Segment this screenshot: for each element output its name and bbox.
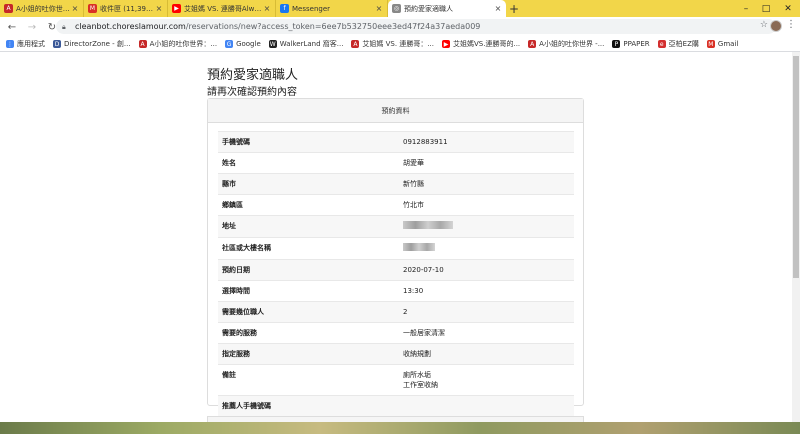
table-row: 手機號碼 0912883911 (218, 131, 574, 152)
table-row: 指定服務 收納規劃 (218, 343, 574, 364)
forward-arrow-icon[interactable]: → (24, 19, 40, 35)
page-subtitle: 請再次確認預約內容 (207, 87, 297, 98)
url-host: cleanbot.choreslamour.com (75, 22, 186, 31)
google-icon: G (225, 40, 234, 48)
tab-title: 艾姐媽 VS. 連勝哥Alwa Hu - You (184, 4, 263, 13)
facebook-favicon-icon: f (280, 4, 289, 13)
minimize-icon[interactable]: – (736, 0, 756, 17)
browser-toolbar: ← → ↻ 🔒︎ cleanbot.choreslamour.com/reser… (0, 17, 800, 37)
blog-icon: A (138, 40, 147, 48)
redacted-address (403, 221, 453, 229)
bookmark-gmail[interactable]: M Gmail (706, 40, 738, 48)
bookmark-directorzone[interactable]: D DirectorZone - 創... (53, 39, 131, 49)
star-icon[interactable]: ☆ (760, 20, 768, 30)
vertical-scrollbar[interactable] (792, 52, 800, 422)
close-icon[interactable]: × (494, 4, 502, 13)
blog-icon: A (528, 40, 537, 48)
table-row: 社區或大樓名稱 (218, 237, 574, 259)
bookmark-blog-2[interactable]: A 艾姐媽 VS. 連勝哥：... (351, 39, 434, 49)
reservation-card: 預約資料 手機號碼 0912883911 姓名 胡愛華 縣市 新竹縣 鄉鎮區 竹北市 地… (207, 98, 584, 417)
tab-reservation[interactable]: ◎ 預約愛家適職人 × (388, 0, 506, 17)
table-row: 縣市 新竹縣 (218, 173, 574, 194)
tab-blog[interactable]: A A小姐的吐你世界：僕賽邦 × (0, 0, 84, 17)
apps-icon: ⋮ (6, 40, 14, 48)
close-icon[interactable]: × (155, 4, 163, 13)
bookmark-ppaper[interactable]: P PPAPER (612, 40, 650, 48)
bookmark-blog[interactable]: A A小姐的吐你世界：... (138, 39, 217, 49)
ezbuy-icon: e (657, 40, 666, 48)
table-row: 選擇時間 13:30 (218, 280, 574, 301)
close-icon[interactable]: × (71, 4, 79, 13)
bookmark-walkerland[interactable]: W WalkerLand 窩客... (268, 39, 343, 49)
page-title: 預約愛家適職人 (207, 68, 299, 83)
gmail-icon: M (706, 40, 715, 48)
back-arrow-icon[interactable]: ← (4, 19, 20, 35)
tab-title: Messenger (292, 4, 331, 13)
maximize-icon[interactable]: □ (756, 0, 776, 17)
tab-strip: A A小姐的吐你世界：僕賽邦 × M 收件匣 (11,397) - alwa19… (0, 0, 800, 17)
tab-title: A小姐的吐你世界：僕賽邦 (16, 4, 71, 13)
table-row: 預約日期 2020-07-10 (218, 259, 574, 280)
table-row: 地址 (218, 215, 574, 237)
bookmark-youtube[interactable]: ▶ 艾姐媽VS.連勝哥的... (442, 39, 520, 49)
table-row: 鄉鎮區 竹北市 (218, 194, 574, 215)
globe-favicon-icon: ◎ (392, 4, 401, 13)
tab-youtube[interactable]: ▶ 艾姐媽 VS. 連勝哥Alwa Hu - You × (168, 0, 276, 17)
bookmark-blog-3[interactable]: A A小姐的吐你世界 -... (528, 39, 604, 49)
kebab-menu-icon[interactable]: ⋮ (786, 19, 796, 30)
new-tab-button[interactable]: + (506, 0, 522, 17)
ppaper-icon: P (612, 40, 621, 48)
address-bar[interactable]: 🔒︎ cleanbot.choreslamour.com/reservation… (56, 19, 776, 34)
bookmarks-bar: ⋮ 應用程式 D DirectorZone - 創... A A小姐的吐你世界：...… (0, 37, 800, 52)
close-icon[interactable]: × (375, 4, 383, 13)
tab-title: 收件匣 (11,397) - alwa1919@g (100, 4, 155, 13)
card-title: 預約資料 (208, 99, 583, 123)
close-icon[interactable]: × (263, 4, 271, 13)
table-row: 推薦人手機號碼 (218, 395, 574, 417)
youtube-icon: ▶ (442, 40, 451, 48)
tab-gmail[interactable]: M 收件匣 (11,397) - alwa1919@g × (84, 0, 168, 17)
url-path: /reservations/new?access_token=6ee7b5327… (185, 22, 481, 31)
gmail-favicon-icon: M (88, 4, 97, 13)
window-close-icon[interactable]: ✕ (778, 0, 798, 17)
blog-favicon-icon: A (4, 4, 13, 13)
walkerland-icon: W (268, 40, 277, 48)
blog-icon: A (351, 40, 360, 48)
youtube-favicon-icon: ▶ (172, 4, 181, 13)
table-row: 需要的服務 一般居家清潔 (218, 322, 574, 343)
table-row: 備註 廁所水垢 工作室收納 (218, 364, 574, 395)
bookmark-ezbuy[interactable]: e 亞柏EZ購 (657, 39, 699, 49)
scrollbar-thumb[interactable] (793, 56, 799, 278)
directorzone-icon: D (53, 40, 61, 48)
tab-messenger[interactable]: f Messenger × (276, 0, 388, 17)
page-content: 預約愛家適職人 請再次確認預約內容 預約資料 手機號碼 0912883911 姓名… (0, 52, 792, 422)
desktop-taskbar (0, 422, 800, 434)
table-row: 需要幾位職人 2 (218, 301, 574, 322)
lock-icon: 🔒︎ (62, 22, 66, 31)
bookmark-google[interactable]: G Google (225, 40, 261, 48)
reservation-table: 手機號碼 0912883911 姓名 胡愛華 縣市 新竹縣 鄉鎮區 竹北市 地址 社區或… (218, 131, 574, 417)
bookmark-apps[interactable]: ⋮ 應用程式 (6, 39, 45, 49)
profile-avatar[interactable] (770, 20, 782, 32)
tab-title: 預約愛家適職人 (404, 4, 453, 13)
table-row: 姓名 胡愛華 (218, 152, 574, 173)
redacted-community (403, 243, 435, 251)
